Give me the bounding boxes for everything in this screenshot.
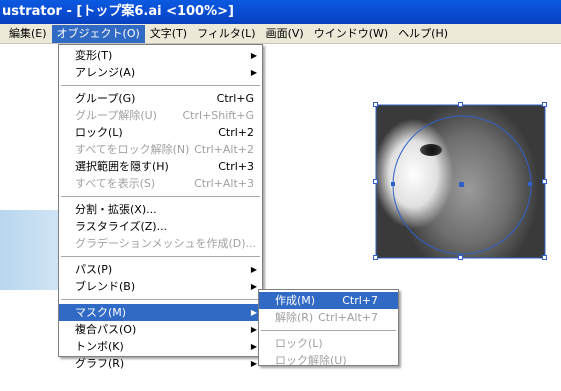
selection-handle-top-middle[interactable] <box>458 102 463 107</box>
selection-handle-top-right[interactable] <box>542 102 547 107</box>
menu-item-label: ロック解除(U) <box>275 354 347 367</box>
menu-item-label: トンボ(K) <box>75 340 124 353</box>
menu-item-label: ロック(L) <box>75 126 123 139</box>
menu-item-label: ブレンド(B) <box>75 280 136 293</box>
selection-handle-bottom-left[interactable] <box>373 255 378 260</box>
submenu-arrow-icon: ▶ <box>250 68 257 77</box>
menu-item-expand[interactable]: 分割・拡張(X)... <box>59 201 262 218</box>
submenu-arrow-icon: ▶ <box>250 265 257 274</box>
menu-item-show-all: すべてを表示(S) Ctrl+Alt+3 <box>59 175 262 192</box>
menu-item-shortcut: Ctrl+3 <box>218 160 254 173</box>
menu-item-shortcut: Ctrl+2 <box>218 126 254 139</box>
menu-separator <box>61 256 260 257</box>
menu-item-label: ロック(L) <box>275 337 323 350</box>
menu-separator <box>61 196 260 197</box>
menu-item-mask[interactable]: マスク(M) ▶ <box>59 304 262 321</box>
menu-item-label: アレンジ(A) <box>75 66 136 79</box>
selection-handle-bottom-right[interactable] <box>542 255 547 260</box>
submenu-item-make[interactable]: 作成(M) Ctrl+7 <box>259 292 398 309</box>
submenu-item-unlock: ロック解除(U) <box>259 352 398 369</box>
menu-item-label: 変形(T) <box>75 49 113 62</box>
selection-handle-top-left[interactable] <box>373 102 378 107</box>
menu-item-shortcut: Ctrl+Alt+7 <box>318 311 378 324</box>
submenu-arrow-icon: ▶ <box>250 325 257 334</box>
menu-item-label: パス(P) <box>75 263 113 276</box>
menu-item-shortcut: Ctrl+Alt+3 <box>194 177 254 190</box>
menu-item-shortcut: Ctrl+7 <box>342 294 378 307</box>
mask-submenu: 作成(M) Ctrl+7 解除(R) Ctrl+Alt+7 ロック(L) ロック… <box>258 289 399 369</box>
menu-item-label: グループ(G) <box>75 92 136 105</box>
submenu-arrow-icon: ▶ <box>250 308 257 317</box>
menu-item-shortcut: Ctrl+G <box>216 92 254 105</box>
menu-item-label: グラデーションメッシュを作成(D)... <box>75 237 256 250</box>
menu-item-unlock-all: すべてをロック解除(N) Ctrl+Alt+2 <box>59 141 262 158</box>
menu-item-arrange[interactable]: アレンジ(A) ▶ <box>59 64 262 81</box>
submenu-arrow-icon: ▶ <box>250 282 257 291</box>
submenu-item-lock: ロック(L) <box>259 335 398 352</box>
menu-item-ungroup: グループ解除(U) Ctrl+Shift+G <box>59 107 262 124</box>
menu-item-compound-path[interactable]: 複合パス(O) ▶ <box>59 321 262 338</box>
menu-item-group[interactable]: グループ(G) Ctrl+G <box>59 90 262 107</box>
submenu-item-release: 解除(R) Ctrl+Alt+7 <box>259 309 398 326</box>
menu-item-shortcut: Ctrl+Alt+2 <box>194 143 254 156</box>
menu-separator <box>61 85 260 86</box>
anchor-point-right <box>528 182 532 186</box>
menu-item-label: 分割・拡張(X)... <box>75 203 157 216</box>
menu-item-rasterize[interactable]: ラスタライズ(Z)... <box>59 218 262 235</box>
menu-item-label: 選択範囲を隠す(H) <box>75 160 169 173</box>
menu-item-blend[interactable]: ブレンド(B) ▶ <box>59 278 262 295</box>
menu-item-lock[interactable]: ロック(L) Ctrl+2 <box>59 124 262 141</box>
menu-item-label: すべてを表示(S) <box>75 177 156 190</box>
menu-item-label: 解除(R) <box>275 311 314 324</box>
submenu-arrow-icon: ▶ <box>250 342 257 351</box>
menu-item-label: ラスタライズ(Z)... <box>75 220 168 233</box>
menu-item-label: 作成(M) <box>275 294 316 307</box>
selection-handle-bottom-middle[interactable] <box>458 255 463 260</box>
menu-item-shortcut: Ctrl+Shift+G <box>182 109 254 122</box>
selection-handle-middle-left[interactable] <box>373 179 378 184</box>
menu-item-label: 複合パス(O) <box>75 323 137 336</box>
object-menu: 変形(T) ▶ アレンジ(A) ▶ グループ(G) Ctrl+G グループ解除(… <box>58 44 263 370</box>
menu-item-label: マスク(M) <box>75 306 127 319</box>
menu-item-create-gradient-mesh: グラデーションメッシュを作成(D)... <box>59 235 262 252</box>
bounding-box <box>375 104 546 259</box>
menu-item-crop-marks[interactable]: トンボ(K) ▶ <box>59 338 262 355</box>
menu-item-label: すべてをロック解除(N) <box>75 143 190 156</box>
selection-handle-middle-right[interactable] <box>542 179 547 184</box>
submenu-arrow-icon: ▶ <box>250 359 257 368</box>
menu-item-hide-selection[interactable]: 選択範囲を隠す(H) Ctrl+3 <box>59 158 262 175</box>
menu-item-label: グループ解除(U) <box>75 109 157 122</box>
menu-separator <box>61 299 260 300</box>
submenu-arrow-icon: ▶ <box>250 51 257 60</box>
menu-item-path[interactable]: パス(P) ▶ <box>59 261 262 278</box>
menu-item-graph[interactable]: グラフ(R) ▶ <box>59 355 262 372</box>
center-point <box>459 182 464 187</box>
menu-item-transform[interactable]: 変形(T) ▶ <box>59 47 262 64</box>
anchor-point-left <box>391 182 395 186</box>
menu-separator <box>261 330 396 331</box>
menu-item-label: グラフ(R) <box>75 357 125 370</box>
